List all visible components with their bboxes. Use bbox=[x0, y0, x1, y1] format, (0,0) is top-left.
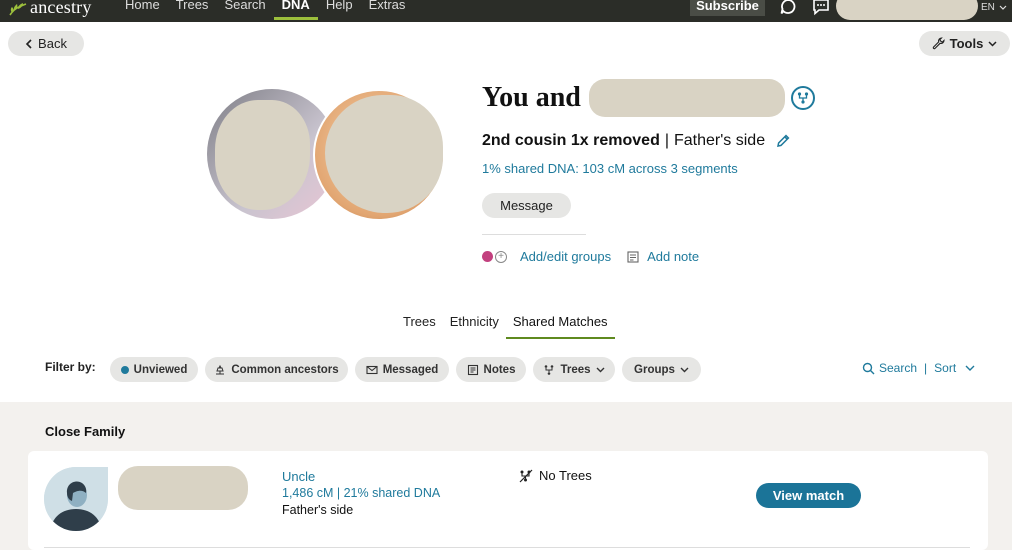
chip-label: Messaged bbox=[382, 363, 439, 376]
filter-unviewed[interactable]: Unviewed bbox=[110, 357, 198, 382]
filter-messaged[interactable]: Messaged bbox=[355, 357, 449, 382]
subscribe-button[interactable]: Subscribe bbox=[690, 0, 765, 16]
chip-label: Groups bbox=[634, 363, 675, 376]
shared-dna-link[interactable]: 1% shared DNA: 103 cM across 3 segments bbox=[482, 161, 738, 176]
trees-label: No Trees bbox=[539, 468, 592, 483]
chip-label: Common ancestors bbox=[231, 363, 339, 376]
nav-trees[interactable]: Trees bbox=[168, 0, 217, 20]
leaf-logo-icon bbox=[9, 3, 27, 16]
nav-extras[interactable]: Extras bbox=[361, 0, 414, 20]
nav-search[interactable]: Search bbox=[216, 0, 273, 20]
tab-shared-matches[interactable]: Shared Matches bbox=[505, 314, 615, 339]
nav-dna[interactable]: DNA bbox=[273, 0, 318, 20]
chevron-down-icon bbox=[680, 367, 689, 372]
chevron-left-icon bbox=[25, 38, 32, 49]
page-title: You and bbox=[482, 82, 581, 113]
redacted-photo bbox=[325, 95, 443, 213]
chip-label: Unviewed bbox=[133, 363, 188, 376]
add-group-icon[interactable]: + bbox=[495, 250, 507, 263]
separator: | bbox=[924, 361, 928, 375]
wrench-icon bbox=[932, 37, 945, 50]
add-note-link[interactable]: Add note bbox=[647, 249, 699, 264]
redacted-match-name bbox=[118, 466, 248, 510]
chip-label: Notes bbox=[483, 363, 516, 376]
filter-groups[interactable]: Groups bbox=[622, 357, 701, 382]
relationship-separator: | bbox=[664, 132, 669, 149]
divider bbox=[44, 547, 970, 548]
view-match-button[interactable]: View match bbox=[756, 483, 861, 508]
back-button[interactable]: Back bbox=[8, 31, 84, 56]
tab-ethnicity[interactable]: Ethnicity bbox=[443, 314, 506, 339]
redacted-match-name bbox=[589, 79, 785, 117]
envelope-icon bbox=[366, 365, 378, 374]
search-sort-control: Search | Sort bbox=[862, 361, 975, 375]
divider bbox=[482, 234, 586, 235]
unviewed-dot-icon bbox=[120, 365, 129, 374]
chevron-down-icon[interactable] bbox=[965, 365, 975, 371]
ancestors-icon bbox=[216, 364, 225, 374]
top-nav: ancestry Home Trees Search DNA Help Extr… bbox=[0, 0, 1012, 22]
chevron-down-icon bbox=[999, 5, 1007, 10]
search-link[interactable]: Search bbox=[879, 361, 917, 375]
note-icon bbox=[627, 250, 639, 263]
match-shared-dna-link[interactable]: 1,486 cM | 21% shared DNA bbox=[282, 486, 440, 500]
filter-label: Filter by: bbox=[45, 360, 96, 374]
main-nav: Home Trees Search DNA Help Extras bbox=[117, 0, 413, 20]
tree-icon bbox=[545, 364, 554, 375]
chevron-down-icon bbox=[596, 367, 605, 372]
message-button[interactable]: Message bbox=[482, 193, 571, 218]
relationship-label: 2nd cousin 1x removed bbox=[482, 132, 660, 149]
chip-label: Trees bbox=[560, 363, 591, 376]
pencil-icon[interactable] bbox=[775, 133, 791, 149]
nav-help[interactable]: Help bbox=[318, 0, 361, 20]
hints-icon[interactable] bbox=[779, 0, 797, 16]
match-trees-status: No Trees bbox=[519, 468, 592, 483]
language-label: EN bbox=[981, 2, 995, 13]
tools-button[interactable]: Tools bbox=[919, 31, 1010, 56]
ancestry-logo[interactable]: ancestry bbox=[8, 0, 92, 18]
language-selector[interactable]: EN bbox=[981, 2, 1007, 13]
filter-common-ancestors[interactable]: Common ancestors bbox=[205, 357, 348, 382]
search-icon bbox=[862, 362, 875, 374]
match-side-label: Father's side bbox=[282, 503, 354, 517]
no-tree-icon bbox=[519, 469, 533, 482]
groups-row: + Add/edit groups Add note bbox=[482, 249, 699, 264]
relationship-line: 2nd cousin 1x removed | Father's side bbox=[482, 132, 791, 150]
match-relationship-link[interactable]: Uncle bbox=[282, 469, 315, 484]
tree-icon bbox=[797, 92, 809, 104]
filter-trees[interactable]: Trees bbox=[533, 357, 615, 382]
tab-trees[interactable]: Trees bbox=[396, 314, 443, 339]
match-tabs: Trees Ethnicity Shared Matches bbox=[396, 314, 615, 339]
tree-badge-icon[interactable] bbox=[791, 86, 815, 110]
sort-link[interactable]: Sort bbox=[934, 361, 956, 375]
filter-notes[interactable]: Notes bbox=[456, 357, 526, 382]
redacted-photo bbox=[215, 100, 310, 210]
nav-home[interactable]: Home bbox=[117, 0, 168, 20]
group-dot-icon bbox=[482, 251, 493, 262]
back-label: Back bbox=[38, 36, 67, 51]
side-label: Father's side bbox=[674, 132, 766, 149]
chevron-down-icon bbox=[988, 40, 997, 47]
tools-label: Tools bbox=[949, 36, 984, 51]
section-title: Close Family bbox=[45, 424, 126, 439]
messages-icon[interactable] bbox=[812, 0, 830, 16]
avatar[interactable] bbox=[44, 467, 108, 531]
note-icon bbox=[467, 364, 478, 375]
person-silhouette-icon bbox=[44, 467, 108, 531]
add-edit-groups-link[interactable]: Add/edit groups bbox=[520, 249, 611, 264]
account-menu[interactable] bbox=[836, 0, 978, 20]
logo-text: ancestry bbox=[30, 0, 92, 17]
